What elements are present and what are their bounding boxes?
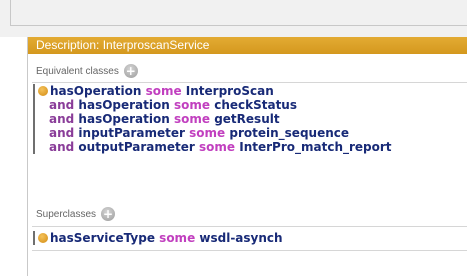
frame-divider xyxy=(10,0,11,26)
superclasses-label: Superclasses xyxy=(36,208,97,220)
filler-class: protein_sequence xyxy=(229,126,350,140)
property-name: hasOperation xyxy=(78,112,170,126)
class-expression-bullet-icon xyxy=(38,86,48,96)
property-name: hasServiceType xyxy=(50,231,155,245)
class-expression-bullet-icon xyxy=(38,233,48,243)
property-name: hasOperation xyxy=(78,98,170,112)
equivalent-classes-label: Equivalent classes xyxy=(36,65,119,77)
expression-line: and hasOperation some checkStatus xyxy=(38,98,467,112)
expression-line: hasOperation some InterproScan xyxy=(38,84,467,98)
keyword-and: and xyxy=(49,98,75,112)
filler-class: wsdl-asynch xyxy=(199,231,283,245)
expression-line: hasServiceType some wsdl-asynch xyxy=(38,231,467,245)
description-panel: Description: InterproscanService Equival… xyxy=(27,37,467,276)
filler-class: InterproScan xyxy=(185,84,274,98)
property-name: outputParameter xyxy=(78,140,195,154)
add-equivalent-class-icon[interactable]: + xyxy=(123,64,138,78)
filler-class: checkStatus xyxy=(214,98,297,112)
keyword-some: some xyxy=(145,84,182,98)
keyword-and: and xyxy=(49,140,75,154)
keyword-some: some xyxy=(159,231,196,245)
keyword-some: some xyxy=(189,126,226,140)
add-superclass-icon[interactable]: + xyxy=(101,207,116,221)
property-name: inputParameter xyxy=(78,126,185,140)
superclasses-section: Superclasses + xyxy=(36,207,116,221)
section-divider xyxy=(32,82,467,83)
equivalent-class-expression[interactable]: hasOperation some InterproScan and hasOp… xyxy=(33,84,467,154)
panel-title: Description: InterproscanService xyxy=(28,37,467,54)
keyword-some: some xyxy=(173,98,211,112)
equivalent-classes-section: Equivalent classes + xyxy=(36,64,138,78)
keyword-and: and xyxy=(49,112,75,126)
filler-class: getResult xyxy=(214,112,280,126)
keyword-some: some xyxy=(199,140,236,154)
section-divider xyxy=(32,226,467,227)
expression-line: and outputParameter some InterPro_match_… xyxy=(38,140,467,154)
section-divider xyxy=(32,250,467,251)
expression-line: and inputParameter some protein_sequence xyxy=(38,126,467,140)
keyword-some: some xyxy=(173,112,211,126)
superclass-expression[interactable]: hasServiceType some wsdl-asynch xyxy=(33,231,467,245)
property-name: hasOperation xyxy=(50,84,142,98)
frame-separator xyxy=(10,25,467,26)
filler-class: InterPro_match_report xyxy=(239,140,392,154)
top-frame xyxy=(0,0,467,37)
keyword-and: and xyxy=(49,126,75,140)
expression-line: and hasOperation some getResult xyxy=(38,112,467,126)
